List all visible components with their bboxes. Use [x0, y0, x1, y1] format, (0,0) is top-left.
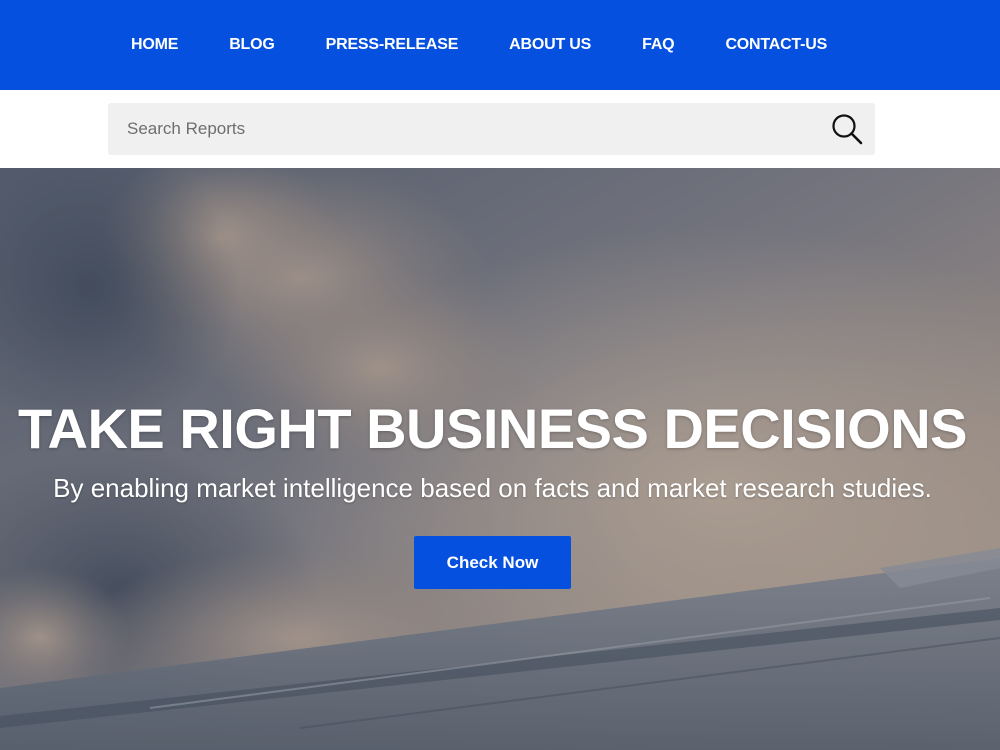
nav-link-contact-us[interactable]: CONTACT-US — [725, 36, 827, 53]
nav-item-about-us: ABOUT US — [509, 36, 591, 54]
nav-link-faq[interactable]: FAQ — [642, 36, 674, 53]
top-navbar: HOME BLOG PRESS-RELEASE ABOUT US FAQ CON… — [0, 0, 1000, 90]
nav-link-about-us[interactable]: ABOUT US — [509, 36, 591, 53]
hero-subtitle: By enabling market intelligence based on… — [53, 473, 932, 503]
nav-item-faq: FAQ — [642, 36, 674, 54]
search-button[interactable] — [829, 111, 865, 147]
nav-item-press-release: PRESS-RELEASE — [326, 36, 459, 54]
nav-link-blog[interactable]: BLOG — [229, 36, 275, 53]
search-input[interactable] — [108, 103, 808, 155]
nav-link-press-release[interactable]: PRESS-RELEASE — [326, 36, 459, 53]
check-now-button[interactable]: Check Now — [414, 536, 571, 589]
nav-item-blog: BLOG — [229, 36, 275, 54]
hero-banner: TAKE RIGHT BUSINESS DECISIONS By enablin… — [0, 168, 1000, 750]
nav-item-home: HOME — [131, 36, 178, 54]
hero-title: TAKE RIGHT BUSINESS DECISIONS — [17, 397, 968, 460]
nav-link-home[interactable]: HOME — [131, 36, 178, 53]
page: HOME BLOG PRESS-RELEASE ABOUT US FAQ CON… — [0, 0, 1000, 750]
nav-item-contact-us: CONTACT-US — [725, 36, 827, 54]
search-bar — [108, 103, 875, 155]
search-band — [0, 90, 1000, 168]
nav-menu: HOME BLOG PRESS-RELEASE ABOUT US FAQ CON… — [131, 0, 827, 90]
search-icon — [832, 114, 863, 145]
